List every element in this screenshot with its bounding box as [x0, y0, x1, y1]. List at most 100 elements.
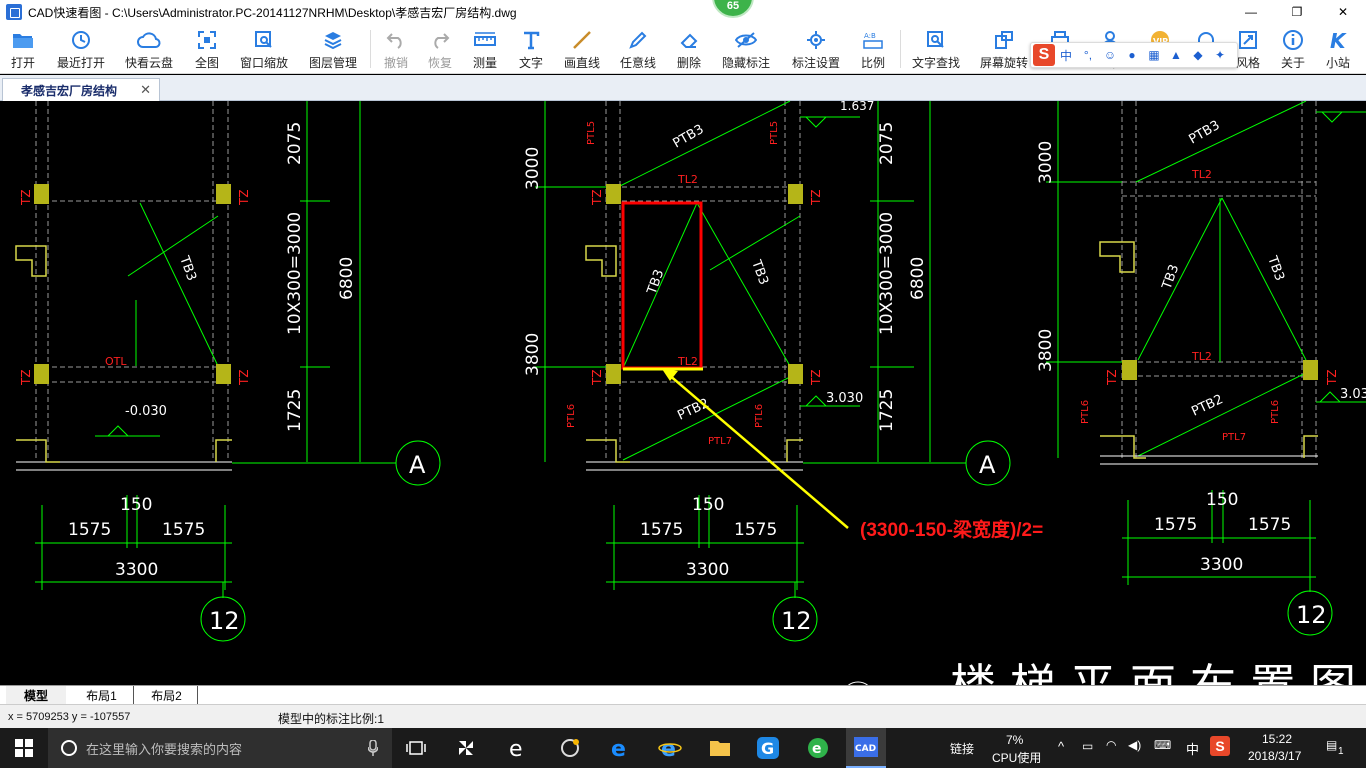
column-label: TZ — [809, 369, 823, 386]
wifi-icon[interactable]: ◠ — [1106, 738, 1116, 752]
taskbar-app-ie-old[interactable]: e — [502, 732, 534, 764]
hide-annotation-button[interactable]: 隐藏标注 — [716, 26, 776, 72]
speed-badge[interactable]: 65 — [712, 0, 754, 18]
clock-date[interactable]: 2018/3/17 — [1248, 749, 1301, 763]
open-button[interactable]: 打开 — [4, 26, 42, 72]
tools-icon[interactable]: ✦ — [1209, 48, 1231, 62]
elevation-label: 1.637 — [840, 101, 874, 113]
column-label: TZ — [1105, 369, 1119, 386]
clock-icon — [69, 28, 93, 52]
dimension-text: 3800 — [1036, 329, 1056, 372]
column-label: TZ — [1325, 369, 1339, 386]
annotation-formula: (3300-150-梁宽度)/2= — [860, 518, 1043, 541]
beam-label: PTL6 — [566, 404, 577, 428]
dimension-text: 10X300=3000 — [285, 212, 305, 335]
delete-button[interactable]: 删除 — [670, 26, 708, 72]
input-language[interactable]: 中 — [1186, 739, 1199, 758]
taskbar-app-360[interactable]: e — [802, 732, 834, 764]
scale-button[interactable]: A:B 比例 — [854, 26, 892, 72]
task-view-button[interactable] — [400, 732, 432, 764]
document-tab[interactable]: 孝感吉宏厂房结构 ✕ — [2, 78, 160, 101]
task-view-icon — [406, 741, 426, 755]
chevron-up-icon[interactable]: ^ — [1058, 739, 1064, 754]
dimension-text: 3000 — [1036, 141, 1056, 184]
ie-icon: e — [509, 737, 523, 759]
about-button[interactable]: 关于 — [1274, 26, 1312, 72]
file-explorer-icon — [710, 741, 730, 756]
axis-bubble-label: A — [409, 451, 426, 479]
sogou-tray-icon[interactable]: S — [1210, 736, 1230, 756]
taskbar-search[interactable]: 在这里输入你要搜索的内容 — [48, 728, 392, 768]
cursor-coordinates: x = 5709253 y = -107557 — [8, 711, 131, 723]
clock-time[interactable]: 15:22 — [1262, 732, 1292, 746]
keyboard-icon[interactable]: ⌨ — [1154, 738, 1171, 752]
dimension-text: 1575 — [68, 520, 111, 540]
zoom-window-button[interactable]: 窗口缩放 — [236, 26, 292, 72]
fullview-button[interactable]: 全图 — [188, 26, 226, 72]
taskbar-app-cad-active[interactable]: CAD — [846, 728, 886, 768]
redo-button[interactable]: 恢复 — [422, 26, 458, 72]
about-label: 关于 — [1280, 56, 1305, 70]
shirt-icon[interactable]: ◆ — [1187, 48, 1209, 62]
microphone-icon[interactable]: ● — [1121, 48, 1143, 62]
volume-icon[interactable]: ◀) — [1128, 738, 1141, 752]
beam-label: PTL7 — [708, 436, 732, 447]
battery-icon[interactable]: ▭ — [1082, 739, 1093, 753]
ime-punctuation[interactable]: °, — [1077, 48, 1099, 62]
taskbar-app-ie[interactable]: e — [654, 732, 686, 764]
stair-panel-middle: PTB3 PTB2 TL2 TL2 TB3 TB3 PTL5 PTL5 PTL6… — [523, 101, 1043, 642]
cloud-label: 快看云盘 — [124, 56, 173, 70]
tab-model[interactable]: 模型 — [6, 686, 66, 704]
taskbar-app-pinwheel[interactable] — [450, 732, 482, 764]
skin-icon[interactable]: ▲ — [1165, 48, 1187, 62]
cpu-label: CPU使用 — [992, 751, 1042, 765]
tab-layout1[interactable]: 布局1 — [70, 686, 134, 704]
text-search-button[interactable]: 文字查找 — [908, 26, 964, 72]
start-button[interactable] — [0, 728, 48, 768]
freehand-button[interactable]: 任意线 — [614, 26, 662, 72]
axis-bubble-label: 12 — [209, 607, 240, 635]
network-label[interactable]: 链接 — [950, 740, 974, 757]
close-button[interactable]: ✕ — [1320, 0, 1366, 24]
undo-button[interactable]: 撤销 — [378, 26, 414, 72]
eye-hide-icon — [734, 28, 758, 52]
cloud-button[interactable]: 快看云盘 — [120, 26, 178, 72]
text-button[interactable]: 文字 — [512, 26, 550, 72]
close-tab-icon[interactable]: ✕ — [140, 82, 151, 98]
beam-label: TL2 — [1191, 350, 1212, 363]
dimension-text: 6800 — [337, 257, 357, 300]
recent-button[interactable]: 最近打开 — [52, 26, 110, 72]
annotation-settings-button[interactable]: 标注设置 — [786, 26, 846, 72]
taskbar-app-edge[interactable]: e — [604, 732, 636, 764]
beam-label: PTL5 — [586, 121, 597, 145]
column-label: TZ — [590, 189, 604, 206]
layers-button[interactable]: 图层管理 — [304, 26, 362, 72]
draw-line-button[interactable]: 画直线 — [558, 26, 606, 72]
smiley-icon[interactable]: ☺ — [1099, 48, 1121, 62]
microphone-icon[interactable] — [368, 740, 378, 756]
annotation-scale: 模型中的标注比例:1 — [278, 712, 385, 726]
drawing-title: 楼梯平面布置图 — [950, 659, 1366, 685]
column-label: TZ — [809, 189, 823, 206]
rotate-button[interactable]: 屏幕旋转 — [976, 26, 1032, 72]
measure-button[interactable]: 测量 — [466, 26, 504, 72]
pinwheel-icon — [459, 741, 473, 755]
tab-layout2[interactable]: 布局2 — [136, 686, 198, 704]
notification-icon[interactable]: ▤ — [1326, 738, 1337, 752]
line-icon — [570, 28, 594, 52]
taskbar-app-g[interactable]: G — [752, 732, 784, 764]
maximize-button[interactable]: ❐ — [1274, 0, 1320, 24]
browser-icon — [561, 739, 579, 757]
keyboard-icon[interactable]: ▦ — [1143, 48, 1165, 62]
beam-label: TL2 — [677, 355, 698, 368]
dimension-text: 150 — [692, 495, 724, 515]
minimize-button[interactable]: — — [1228, 0, 1274, 24]
taskbar-app-explorer[interactable] — [704, 732, 736, 764]
fullview-icon — [195, 28, 219, 52]
beam-label: TL2 — [677, 173, 698, 186]
ime-language[interactable]: 中 — [1055, 47, 1077, 64]
station-button[interactable]: K 小站 — [1318, 26, 1358, 72]
sogou-logo-icon[interactable]: S — [1033, 44, 1055, 66]
taskbar-app-browser[interactable] — [554, 732, 586, 764]
drawing-canvas[interactable]: .g { stroke: #00ff00; stroke-width: 1; f… — [0, 101, 1366, 685]
